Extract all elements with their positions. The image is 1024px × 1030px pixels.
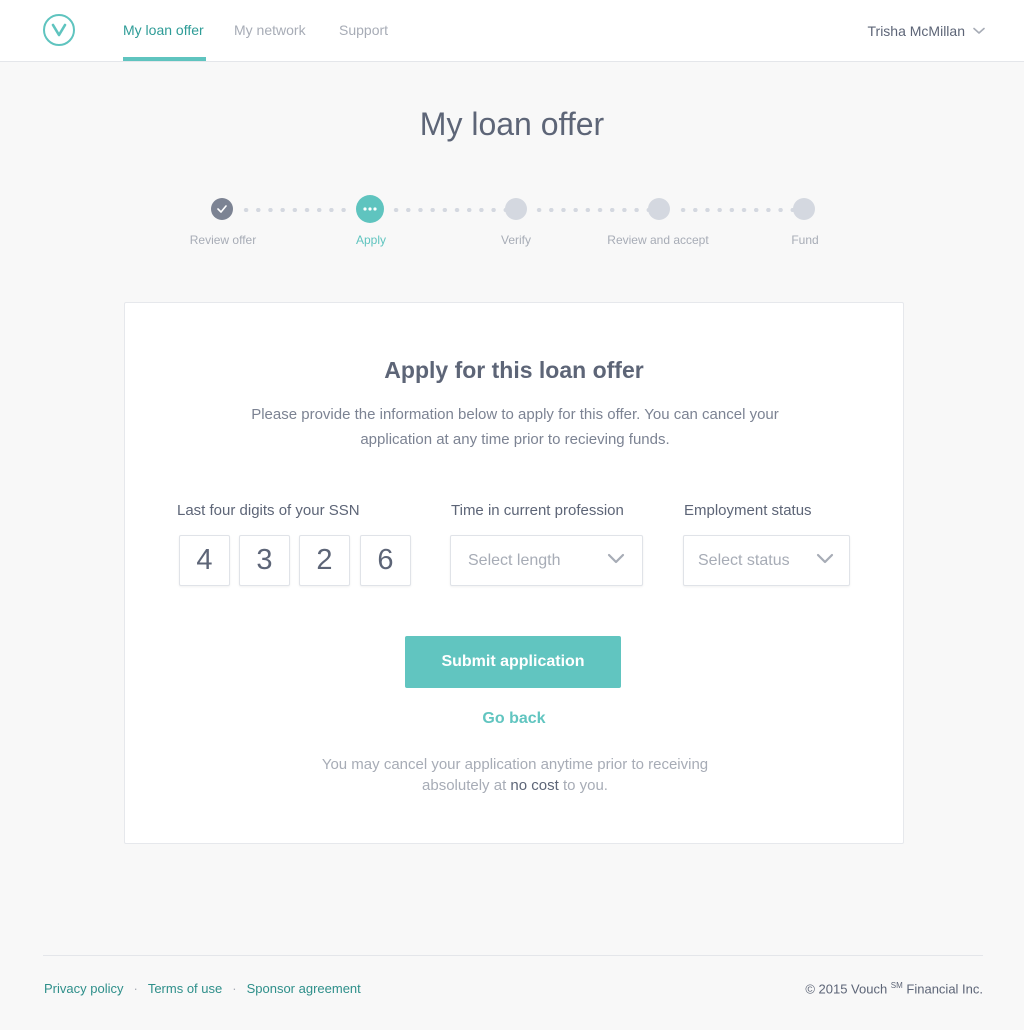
- cancellation-note: You may cancel your application anytime …: [315, 754, 715, 796]
- footer-separator: ·: [232, 981, 237, 996]
- step-review-offer-marker: [211, 198, 233, 220]
- ssn-digit-1[interactable]: 4: [179, 535, 230, 586]
- application-card: Apply for this loan offer Please provide…: [124, 302, 904, 844]
- employment-select-placeholder: Select status: [698, 552, 790, 569]
- note-text-end: to you.: [558, 777, 608, 794]
- ssn-digit-4[interactable]: 6: [360, 535, 411, 586]
- go-back-link[interactable]: Go back: [125, 710, 903, 728]
- progress-stepper: Review offer Apply Verify Review and acc…: [0, 0, 1024, 300]
- terms-of-use-link[interactable]: Terms of use: [148, 981, 222, 996]
- step-verify-marker: [505, 198, 527, 220]
- step-review-accept-marker: [648, 198, 670, 220]
- footer-separator: ·: [133, 981, 138, 996]
- profession-length-select[interactable]: Select length: [450, 535, 643, 586]
- employment-label: Employment status: [684, 502, 812, 519]
- form-description: Please provide the information below to …: [251, 406, 779, 448]
- service-mark: SM: [890, 981, 903, 990]
- step-fund-marker: [793, 198, 815, 220]
- step-apply-label: Apply: [355, 233, 387, 247]
- step-verify-label: Verify: [500, 233, 531, 247]
- checkmark-icon: [217, 205, 227, 213]
- footer-divider: [43, 955, 983, 956]
- sponsor-agreement-link[interactable]: Sponsor agreement: [247, 981, 361, 996]
- privacy-policy-link[interactable]: Privacy policy: [44, 981, 123, 996]
- step-fund-label: Fund: [791, 233, 819, 247]
- stepper-connector: [240, 208, 352, 212]
- copyright-text: © 2015 Vouch SM Financial Inc.: [805, 981, 983, 996]
- copyright-prefix: © 2015 Vouch: [805, 981, 891, 997]
- chevron-down-icon: [607, 553, 625, 564]
- footer-links: Privacy policy · Terms of use · Sponsor …: [44, 981, 361, 996]
- submit-application-button[interactable]: Submit application: [405, 636, 621, 688]
- ssn-digit-3[interactable]: 2: [299, 535, 350, 586]
- form-title: Apply for this loan offer: [384, 357, 644, 383]
- step-review-offer-label: Review offer: [189, 233, 257, 247]
- stepper-connector: [533, 208, 651, 212]
- note-emphasis: no cost: [510, 777, 559, 794]
- copyright-suffix: Financial Inc.: [902, 981, 983, 997]
- ssn-digit-2[interactable]: 3: [239, 535, 290, 586]
- profession-label: Time in current profession: [451, 502, 624, 519]
- ellipsis-icon: [363, 207, 377, 211]
- profession-select-placeholder: Select length: [468, 552, 561, 569]
- chevron-down-icon: [816, 553, 834, 564]
- employment-status-select[interactable]: Select status: [683, 535, 850, 586]
- step-review-accept-label: Review and accept: [607, 233, 709, 247]
- stepper-connector: [677, 208, 795, 212]
- stepper-connector: [390, 208, 508, 212]
- ssn-label: Last four digits of your SSN: [177, 502, 360, 519]
- step-apply-marker: [356, 195, 384, 223]
